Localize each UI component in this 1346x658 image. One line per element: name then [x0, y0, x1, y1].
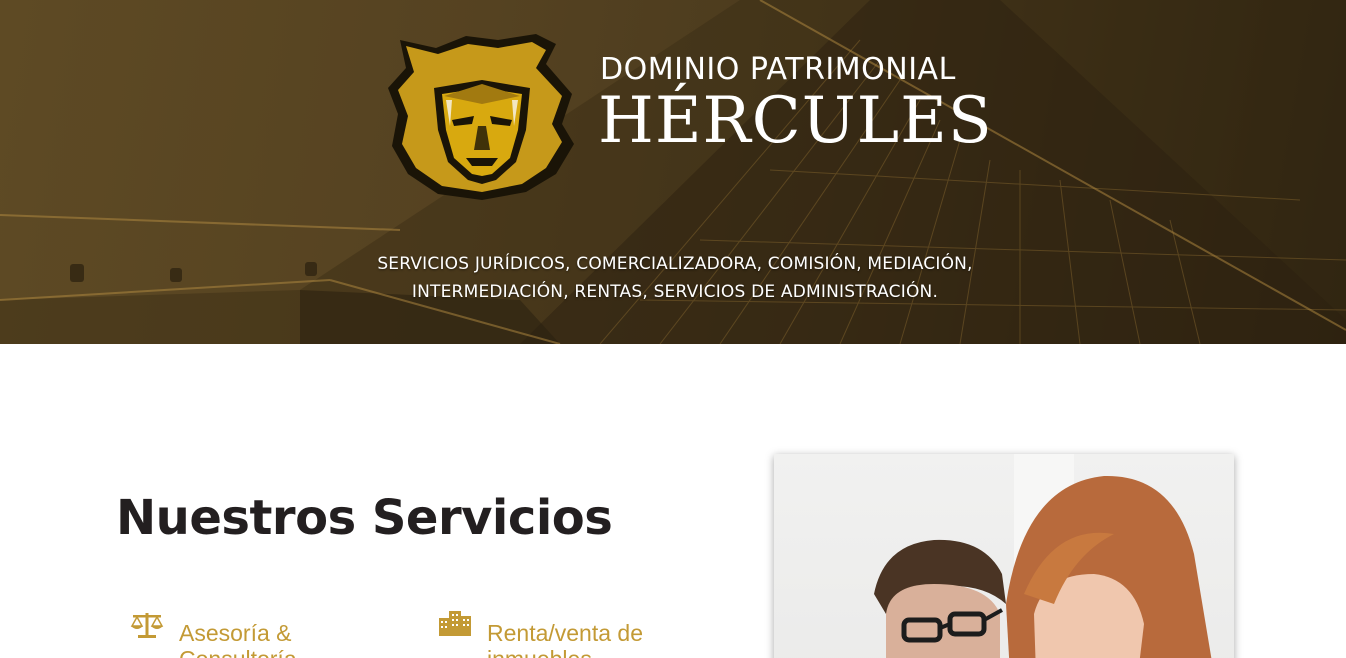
team-photo: [774, 454, 1234, 658]
tagline-line-1: SERVICIOS JURÍDICOS, COMERCIALIZADORA, C…: [377, 254, 973, 274]
people-illustration: [874, 454, 1212, 658]
tagline-line-2: INTERMEDIACIÓN, RENTAS, SERVICIOS DE ADM…: [411, 282, 939, 302]
hero-banner: DOMINIO PATRIMONIAL HÉRCULES SERVICIOS J…: [0, 0, 1346, 344]
hero-tagline: SERVICIOS JURÍDICOS, COMERCIALIZADORA, C…: [300, 250, 1050, 306]
brand-subtitle: DOMINIO PATRIMONIAL: [600, 52, 956, 87]
services-heading: Nuestros Servicios: [116, 490, 613, 546]
lion-head-logo: [388, 34, 574, 200]
buildings-icon: [439, 611, 471, 636]
service-label: Asesoría & Consultoría: [179, 620, 297, 658]
service-label: Renta/venta de inmuebles: [487, 620, 644, 658]
scales-icon: [130, 613, 164, 638]
brand-name: HÉRCULES: [598, 84, 993, 158]
